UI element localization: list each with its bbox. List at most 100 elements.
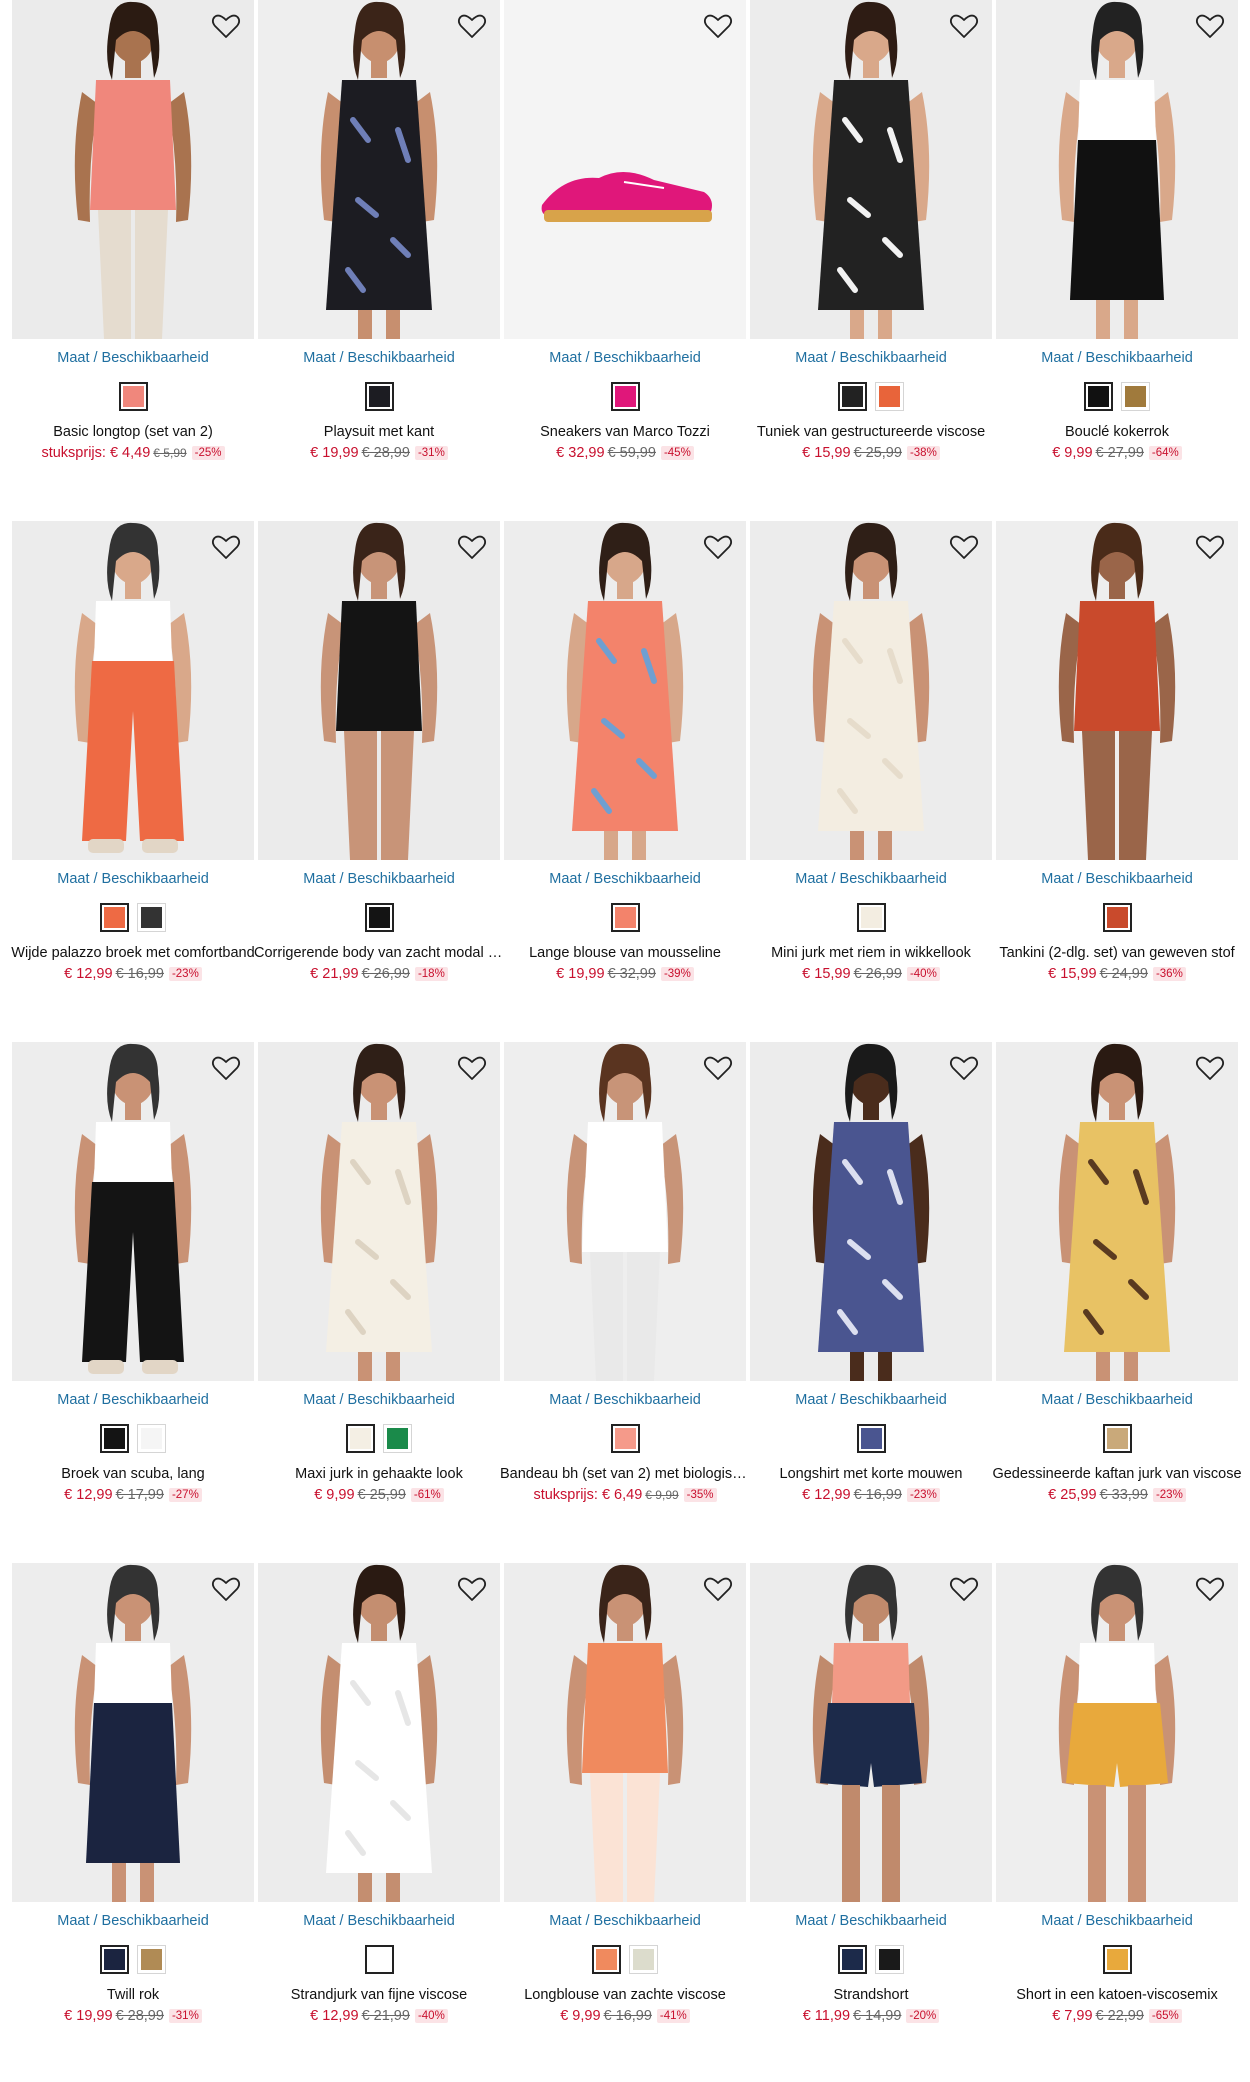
product-image[interactable] [750, 1563, 992, 1902]
wishlist-heart-icon[interactable] [456, 1052, 488, 1084]
wishlist-heart-icon[interactable] [702, 1573, 734, 1605]
color-swatch[interactable] [364, 382, 394, 411]
product-title[interactable]: Bandeau bh (set van 2) met biologisch ka… [500, 1466, 750, 1482]
product-image[interactable] [258, 521, 500, 860]
product-title[interactable]: Wijde palazzo broek met comfortband [8, 945, 258, 961]
color-swatch[interactable] [1084, 382, 1113, 411]
color-swatch[interactable] [364, 903, 394, 932]
product-title[interactable]: Playsuit met kant [254, 424, 504, 440]
size-availability-link[interactable]: Maat / Beschikbaarheid [258, 1392, 500, 1408]
color-swatch[interactable] [100, 1424, 129, 1453]
product-title[interactable]: Tankini (2-dlg. set) van geweven stof [992, 945, 1242, 961]
color-swatch[interactable] [838, 382, 867, 411]
color-swatch[interactable] [629, 1945, 658, 1974]
color-swatch[interactable] [100, 1945, 129, 1974]
wishlist-heart-icon[interactable] [1194, 1573, 1226, 1605]
size-availability-link[interactable]: Maat / Beschikbaarheid [12, 1913, 254, 1929]
product-title[interactable]: Gedessineerde kaftan jurk van viscose [992, 1466, 1242, 1482]
size-availability-link[interactable]: Maat / Beschikbaarheid [996, 871, 1238, 887]
color-swatch[interactable] [1121, 382, 1150, 411]
color-swatch[interactable] [610, 382, 640, 411]
wishlist-heart-icon[interactable] [702, 531, 734, 563]
color-swatch[interactable] [118, 382, 148, 411]
size-availability-link[interactable]: Maat / Beschikbaarheid [12, 871, 254, 887]
color-swatch[interactable] [1102, 1945, 1132, 1974]
color-swatch[interactable] [856, 1424, 886, 1453]
wishlist-heart-icon[interactable] [948, 1573, 980, 1605]
product-image[interactable] [12, 0, 254, 339]
wishlist-heart-icon[interactable] [1194, 531, 1226, 563]
wishlist-heart-icon[interactable] [1194, 1052, 1226, 1084]
color-swatch[interactable] [856, 903, 886, 932]
product-image[interactable] [996, 0, 1238, 339]
color-swatch[interactable] [137, 1424, 166, 1453]
wishlist-heart-icon[interactable] [948, 1052, 980, 1084]
product-title[interactable]: Basic longtop (set van 2) [8, 424, 258, 440]
product-image[interactable] [750, 521, 992, 860]
product-image[interactable] [996, 1563, 1238, 1902]
product-image[interactable] [12, 521, 254, 860]
product-title[interactable]: Strandjurk van fijne viscose [254, 1987, 504, 2003]
size-availability-link[interactable]: Maat / Beschikbaarheid [750, 1913, 992, 1929]
product-image[interactable] [258, 1042, 500, 1381]
color-swatch[interactable] [610, 1424, 640, 1453]
product-title[interactable]: Short in een katoen-viscosemix [992, 1987, 1242, 2003]
wishlist-heart-icon[interactable] [456, 1573, 488, 1605]
product-image[interactable] [258, 0, 500, 339]
product-title[interactable]: Maxi jurk in gehaakte look [254, 1466, 504, 1482]
size-availability-link[interactable]: Maat / Beschikbaarheid [996, 1913, 1238, 1929]
size-availability-link[interactable]: Maat / Beschikbaarheid [12, 350, 254, 366]
product-title[interactable]: Mini jurk met riem in wikkellook [746, 945, 996, 961]
color-swatch[interactable] [1102, 903, 1132, 932]
wishlist-heart-icon[interactable] [210, 1052, 242, 1084]
size-availability-link[interactable]: Maat / Beschikbaarheid [750, 1392, 992, 1408]
color-swatch[interactable] [610, 903, 640, 932]
wishlist-heart-icon[interactable] [456, 531, 488, 563]
wishlist-heart-icon[interactable] [456, 10, 488, 42]
size-availability-link[interactable]: Maat / Beschikbaarheid [504, 1913, 746, 1929]
wishlist-heart-icon[interactable] [948, 531, 980, 563]
color-swatch[interactable] [364, 1945, 394, 1974]
wishlist-heart-icon[interactable] [702, 10, 734, 42]
product-image[interactable] [750, 1042, 992, 1381]
product-title[interactable]: Longshirt met korte mouwen [746, 1466, 996, 1482]
color-swatch[interactable] [1102, 1424, 1132, 1453]
size-availability-link[interactable]: Maat / Beschikbaarheid [504, 1392, 746, 1408]
wishlist-heart-icon[interactable] [210, 531, 242, 563]
product-title[interactable]: Longblouse van zachte viscose [500, 1987, 750, 2003]
size-availability-link[interactable]: Maat / Beschikbaarheid [750, 871, 992, 887]
wishlist-heart-icon[interactable] [1194, 10, 1226, 42]
product-image[interactable] [258, 1563, 500, 1902]
product-image[interactable] [996, 1042, 1238, 1381]
product-image[interactable] [12, 1042, 254, 1381]
product-title[interactable]: Lange blouse van mousseline [500, 945, 750, 961]
size-availability-link[interactable]: Maat / Beschikbaarheid [504, 350, 746, 366]
color-swatch[interactable] [875, 1945, 904, 1974]
product-image[interactable] [504, 521, 746, 860]
size-availability-link[interactable]: Maat / Beschikbaarheid [258, 871, 500, 887]
product-image[interactable] [996, 521, 1238, 860]
color-swatch[interactable] [838, 1945, 867, 1974]
size-availability-link[interactable]: Maat / Beschikbaarheid [504, 871, 746, 887]
size-availability-link[interactable]: Maat / Beschikbaarheid [258, 350, 500, 366]
color-swatch[interactable] [100, 903, 129, 932]
product-image[interactable] [504, 1563, 746, 1902]
size-availability-link[interactable]: Maat / Beschikbaarheid [750, 350, 992, 366]
wishlist-heart-icon[interactable] [948, 10, 980, 42]
wishlist-heart-icon[interactable] [210, 10, 242, 42]
color-swatch[interactable] [137, 903, 166, 932]
color-swatch[interactable] [383, 1424, 412, 1453]
product-title[interactable]: Strandshort [746, 1987, 996, 2003]
color-swatch[interactable] [137, 1945, 166, 1974]
color-swatch[interactable] [592, 1945, 621, 1974]
size-availability-link[interactable]: Maat / Beschikbaarheid [996, 350, 1238, 366]
product-image[interactable] [12, 1563, 254, 1902]
product-title[interactable]: Corrigerende body van zacht modal met ka… [254, 945, 504, 961]
size-availability-link[interactable]: Maat / Beschikbaarheid [12, 1392, 254, 1408]
size-availability-link[interactable]: Maat / Beschikbaarheid [258, 1913, 500, 1929]
product-image[interactable] [504, 1042, 746, 1381]
wishlist-heart-icon[interactable] [210, 1573, 242, 1605]
wishlist-heart-icon[interactable] [702, 1052, 734, 1084]
product-title[interactable]: Broek van scuba, lang [8, 1466, 258, 1482]
size-availability-link[interactable]: Maat / Beschikbaarheid [996, 1392, 1238, 1408]
